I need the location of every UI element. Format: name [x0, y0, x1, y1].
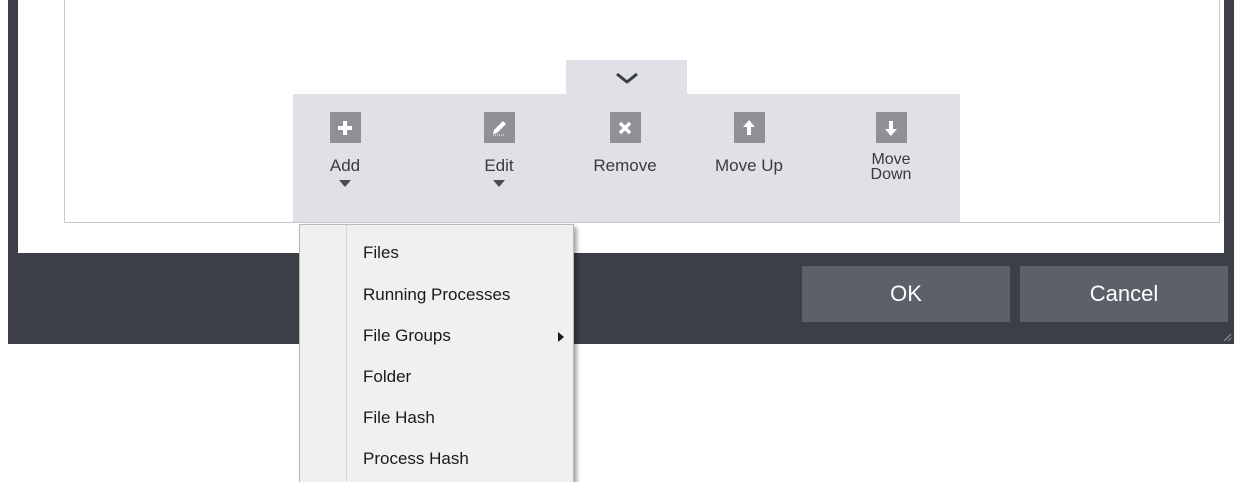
move-down-button[interactable]: Move Down — [846, 94, 936, 222]
action-toolbar: Add Edit Remove Move Up Move Down — [293, 94, 960, 222]
menu-item-label: File Groups — [363, 326, 451, 345]
toolbar-collapse-tab[interactable] — [566, 60, 687, 96]
move-down-label-line2: Down — [870, 166, 912, 183]
add-dropdown-caret-icon[interactable] — [339, 180, 351, 187]
submenu-arrow-icon — [558, 332, 564, 342]
move-down-label: Move Down — [870, 151, 912, 183]
move-down-label-line1: Move — [871, 151, 911, 168]
cancel-button[interactable]: Cancel — [1020, 266, 1228, 322]
menu-item-label: File Hash — [363, 408, 435, 427]
menu-item-folder[interactable]: Folder — [300, 359, 573, 395]
menu-item-label: Running Processes — [363, 285, 511, 304]
menu-item-label: Folder — [363, 367, 412, 386]
pencil-icon — [483, 112, 515, 143]
remove-button[interactable]: Remove — [580, 94, 670, 222]
ok-button[interactable]: OK — [802, 266, 1010, 322]
add-button[interactable]: Add — [300, 94, 390, 222]
add-dropdown-menu: Files Running Processes File Groups Fold… — [299, 224, 574, 482]
move-up-label: Move Up — [714, 156, 784, 175]
edit-dropdown-caret-icon[interactable] — [493, 180, 505, 187]
x-icon — [609, 112, 641, 143]
arrow-up-icon — [733, 112, 765, 143]
arrow-down-icon — [875, 112, 907, 143]
edit-button[interactable]: Edit — [454, 94, 544, 222]
menu-item-files[interactable]: Files — [300, 235, 573, 271]
menu-item-process-hash[interactable]: Process Hash — [300, 441, 573, 477]
move-up-button[interactable]: Move Up — [704, 94, 794, 222]
remove-label: Remove — [593, 156, 657, 175]
chevron-down-icon — [615, 72, 638, 84]
menu-item-label: Process Hash — [363, 449, 469, 468]
menu-item-file-hash[interactable]: File Hash — [300, 400, 573, 436]
resize-grip-icon[interactable] — [1220, 330, 1232, 342]
plus-icon — [329, 112, 361, 143]
menu-item-running-processes[interactable]: Running Processes — [300, 277, 573, 313]
add-label: Add — [329, 156, 361, 175]
menu-item-file-groups[interactable]: File Groups — [300, 318, 573, 354]
edit-label: Edit — [484, 156, 514, 175]
menu-item-label: Files — [363, 243, 399, 262]
